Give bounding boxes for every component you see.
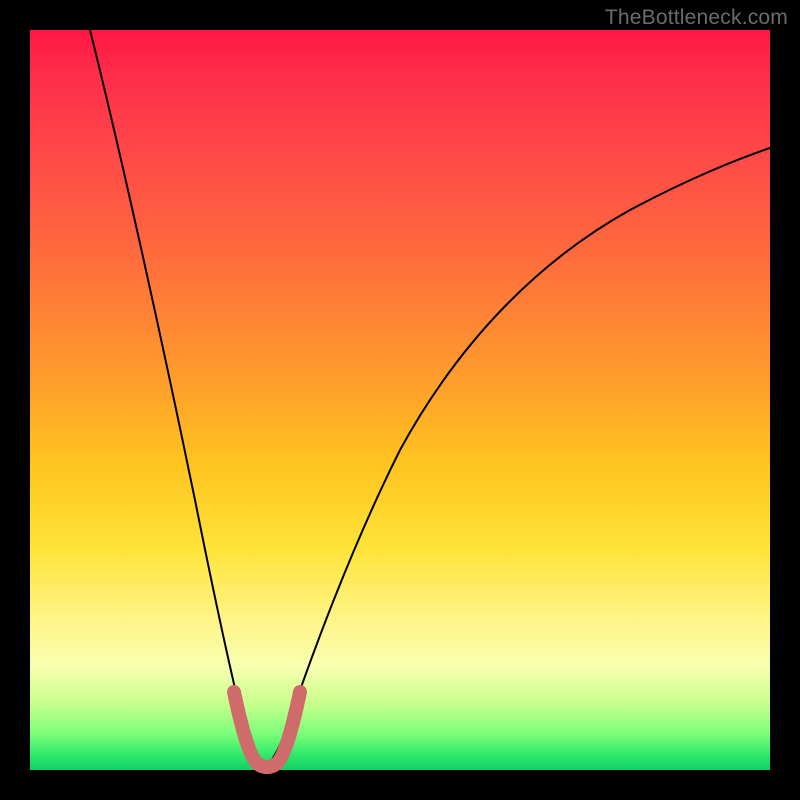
bottleneck-curve [90,30,770,766]
curve-layer [30,30,770,770]
plot-area [30,30,770,770]
chart-frame: TheBottleneck.com [0,0,800,800]
watermark-label: TheBottleneck.com [605,6,788,30]
highlight-minimum [234,692,300,767]
